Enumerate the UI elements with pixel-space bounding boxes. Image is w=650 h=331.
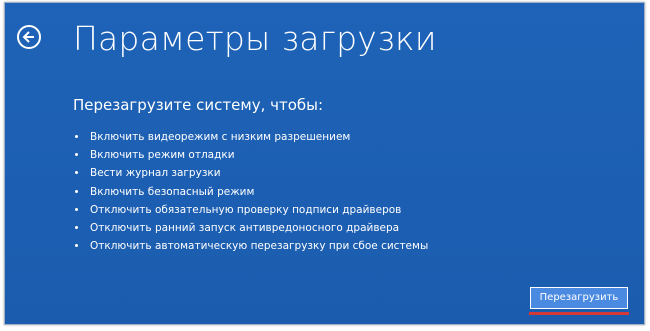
boot-options-list: Включить видеорежим с низким разрешением… <box>73 128 428 255</box>
option-boot-logging: Вести журнал загрузки <box>73 164 428 182</box>
page-title: Параметры загрузки <box>73 19 437 58</box>
option-safe-mode: Включить безопасный режим <box>73 183 428 201</box>
bullet-icon <box>75 135 78 138</box>
option-label: Включить безопасный режим <box>90 185 255 198</box>
option-label: Отключить автоматическую перезагрузку пр… <box>90 240 429 253</box>
restart-highlight-underline <box>529 312 629 315</box>
option-debugging-mode: Включить режим отладки <box>73 146 428 164</box>
bullet-icon <box>75 226 78 230</box>
option-label: Вести журнал загрузки <box>90 167 221 180</box>
restart-button[interactable]: Перезагрузить <box>530 287 628 309</box>
option-disable-early-antimalware: Отключить ранний запуск антивредоносного… <box>73 219 428 237</box>
back-button[interactable] <box>17 25 41 49</box>
option-disable-driver-signature: Отключить обязательную проверку подписи … <box>73 201 428 219</box>
back-arrow-icon <box>22 31 34 43</box>
option-label: Отключить обязательную проверку подписи … <box>90 203 402 216</box>
option-label: Отключить ранний запуск антивредоносного… <box>90 222 400 235</box>
option-low-resolution-video: Включить видеорежим с низким разрешением <box>73 128 428 146</box>
bullet-icon <box>75 189 78 193</box>
bullet-icon <box>75 207 78 211</box>
boot-options-screen: Параметры загрузки Перезагрузите систему… <box>4 2 645 325</box>
bullet-icon <box>75 171 78 175</box>
bullet-icon <box>75 244 78 248</box>
option-label: Включить видеорежим с низким разрешением <box>90 131 351 143</box>
instruction-subtitle: Перезагрузите систему, чтобы: <box>73 96 324 114</box>
option-disable-auto-restart: Отключить автоматическую перезагрузку пр… <box>73 237 428 255</box>
option-label: Включить режим отладки <box>90 149 235 162</box>
bullet-icon <box>75 153 78 157</box>
